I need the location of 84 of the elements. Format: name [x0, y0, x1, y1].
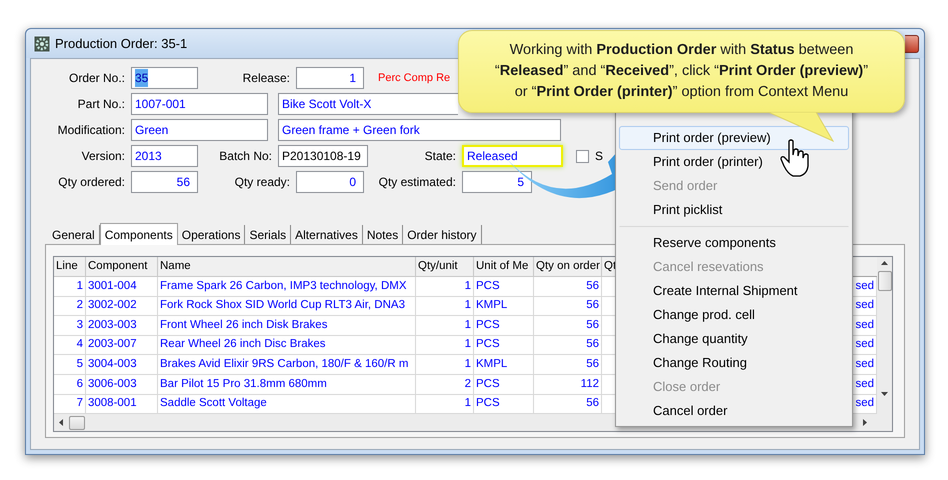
table-cell: 2003-007 [86, 336, 158, 356]
table-cell: 56 [534, 296, 602, 316]
table-cell: PCS [474, 316, 534, 336]
table-cell: PCS [474, 374, 534, 395]
input-field[interactable]: Released [462, 145, 563, 167]
table-cell: 2 [54, 296, 86, 316]
scroll-up-icon [881, 261, 888, 265]
table-cell: KMPL [474, 355, 534, 375]
field-label: Order No.: [68, 70, 125, 87]
input-field[interactable]: 35 [131, 67, 198, 89]
table-cell: 1 [54, 277, 86, 297]
table-cell: Front Wheel 26 inch Disk Brakes [158, 316, 416, 336]
table-cell: 56 [534, 355, 602, 375]
vertical-scrollbar[interactable] [877, 257, 892, 414]
column-header[interactable]: Component [86, 257, 158, 277]
table-cell: 3004-003 [86, 355, 158, 375]
menu-item[interactable]: Print picklist [619, 198, 849, 227]
table-cell: 2 [416, 374, 474, 395]
column-header[interactable]: Unit of Me [474, 257, 534, 277]
input-field[interactable]: 1 [296, 67, 364, 89]
field-label: Batch No: [219, 148, 272, 165]
table-cell: 6 [54, 374, 86, 395]
table-cell: 112 [534, 374, 602, 395]
callout-text: Working with Production Order with Status between “Released” and “Received”, click “Print Order (preview)” or “Print Order (printer)” option from Context Menu [494, 41, 868, 102]
input-field[interactable]: 0 [296, 171, 364, 193]
table-cell: Fork Rock Shox SID World Cup RLT3 Air, DNA3 [158, 296, 416, 316]
checkbox-label: S [595, 148, 604, 165]
table-cell: Bar Pilot 15 Pro 31.8mm 680mm [158, 374, 416, 395]
field-label: Release: [242, 70, 290, 87]
field-label: Qty ordered: [58, 174, 125, 191]
table-cell: 5 [54, 355, 86, 375]
menu-item[interactable]: Print order (preview) [619, 126, 849, 150]
close-button[interactable] [905, 34, 919, 52]
window-title: Production Order: 35-1 [55, 34, 188, 53]
table-cell: 56 [534, 336, 602, 356]
table-cell: 56 [534, 316, 602, 336]
field-label: State: [424, 148, 456, 165]
field-label: Modification: [58, 122, 125, 139]
table-cell: 3 [54, 316, 86, 336]
tab[interactable]: Components [100, 223, 178, 245]
field-label: Part No.: [78, 96, 125, 113]
scroll-down-icon [881, 392, 888, 396]
table-cell: KMPL [474, 296, 534, 316]
table-cell: 3002-002 [86, 296, 158, 316]
menu-item[interactable]: Print order (printer) [619, 150, 849, 174]
table-cell: 1 [416, 336, 474, 356]
table-cell: PCS [474, 277, 534, 297]
scroll-left-icon [59, 419, 63, 426]
hand-cursor-icon [780, 138, 810, 178]
table-cell: 56 [534, 277, 602, 297]
table-cell: Brakes Avid Elixir 9RS Carbon, 180/F & 160/R m [158, 355, 416, 375]
table-cell: 3001-004 [86, 277, 158, 297]
input-field[interactable]: 56 [131, 171, 198, 193]
scroll-right-icon [863, 419, 867, 426]
input-field[interactable]: 5 [462, 171, 532, 193]
table-cell: 1 [416, 316, 474, 336]
input-field[interactable]: Green [131, 119, 268, 141]
column-header[interactable]: Qty/unit [416, 257, 474, 277]
warning-text: Perc Comp Re [378, 70, 450, 86]
table-cell: 2003-003 [86, 316, 158, 336]
input-field[interactable]: 1007-001 [131, 93, 268, 115]
field-label: Version: [82, 148, 125, 165]
table-cell: 3006-003 [86, 374, 158, 395]
column-header[interactable]: Qty on order [534, 257, 602, 277]
input-field[interactable]: P20130108-19 [278, 145, 368, 167]
column-header[interactable]: Name [158, 257, 416, 277]
field-label: Qty estimated: [378, 174, 456, 191]
gear-icon [34, 36, 50, 52]
field-label: Qty ready: [234, 174, 290, 191]
input-field[interactable]: 2013 [131, 145, 198, 167]
input-field[interactable]: Bike Scott Volt-X [278, 93, 458, 115]
table-cell: Rear Wheel 26 inch Disc Brakes [158, 336, 416, 356]
table-cell: Frame Spark 26 Carbon, IMP3 technology, DMX [158, 277, 416, 297]
scrollbar-thumb[interactable] [69, 416, 85, 430]
table-cell: 1 [416, 277, 474, 297]
table-cell: 1 [416, 296, 474, 316]
table-cell: 4 [54, 336, 86, 356]
input-field[interactable]: Green frame + Green fork [278, 119, 561, 141]
column-header[interactable]: Line [54, 257, 86, 277]
table-cell: PCS [474, 336, 534, 356]
menu-item[interactable]: Reserve components [619, 231, 849, 255]
scrollbar-thumb[interactable] [878, 271, 892, 291]
checkbox[interactable] [576, 150, 589, 162]
table-cell: 1 [416, 355, 474, 375]
